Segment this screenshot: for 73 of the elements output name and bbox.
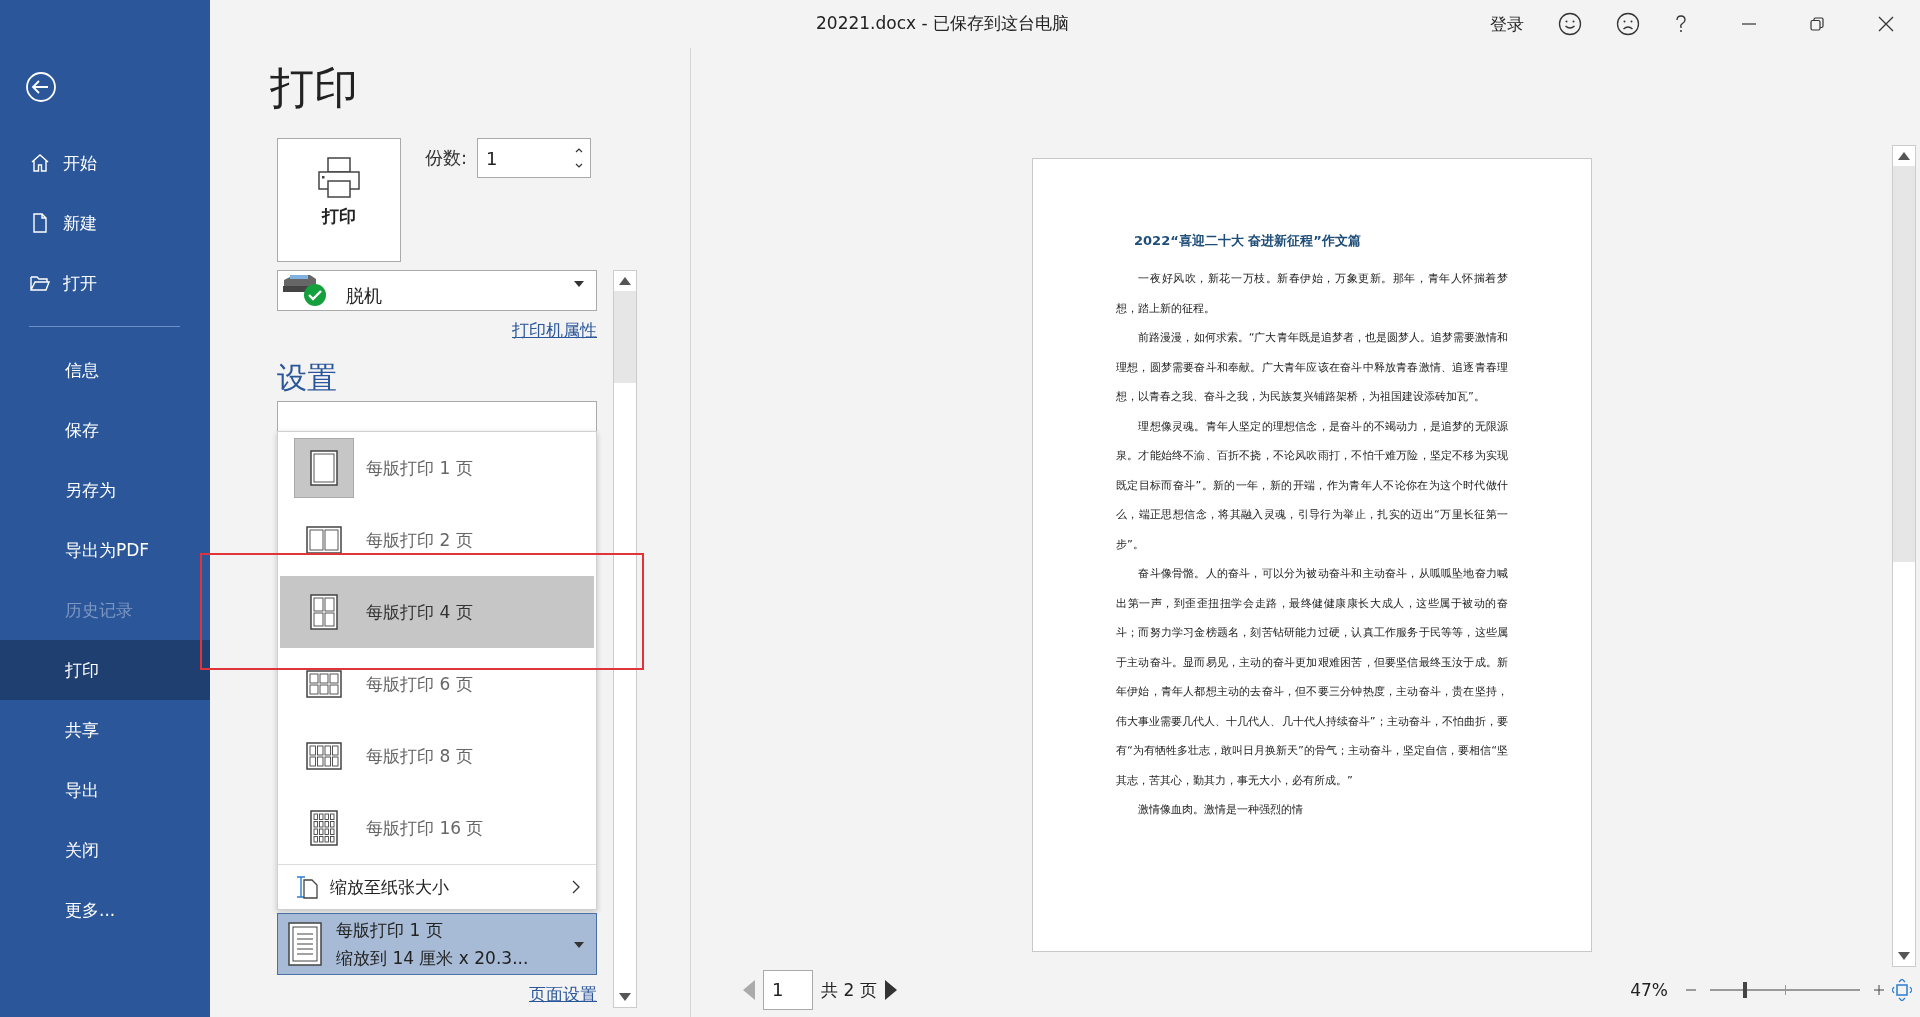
copies-field[interactable]: 1: [477, 138, 592, 178]
scroll-up-icon[interactable]: [619, 277, 631, 285]
sidebar-item[interactable]: 保存: [0, 400, 210, 460]
menu-item[interactable]: 每版打印 8 页: [278, 720, 596, 792]
window-title: 20221.docx - 已保存到这台电脑: [816, 12, 1070, 35]
restore-icon[interactable]: [1810, 17, 1824, 31]
home-icon: [29, 152, 51, 174]
document-paragraph: 奋斗像骨骼。人的奋斗，可以分为被动奋斗和主动奋斗，从呱呱坠地奋力喊出第一声，到歪歪扭扭学会走路，最终健健康康长大成人，这些属于被动的奋斗；而努力学习金榜题名，刻苦钻研能力过硬，认真工作服务于民等等，这些属于主动奋斗。显而易见，主动的奋斗更加艰难困苦，但要坚信最终玉汝于成。新年伊始，青年人都想主动的去奋斗，但不要三分钟热度，主动奋斗，贵在坚持，伟大事业需要几代人、十几代人、几十代人持续奋斗”；主动奋斗，不怕曲折，要有“为有牺牲多壮志，敢叫日月换新天”的骨气；主动奋斗，坚定自信，要相信“坚其志，苦其心，勤其力，事无大小，必有所成。”: [1116, 566, 1508, 789]
menu-item[interactable]: 缩放至纸张大小: [278, 864, 596, 909]
next-page-icon[interactable]: [884, 980, 897, 1000]
menu-item[interactable]: 每版打印 2 页: [278, 504, 596, 576]
fit-page-icon[interactable]: [1892, 979, 1912, 1001]
printer-icon: [318, 157, 360, 199]
printer-dropdown[interactable]: 脱机: [277, 270, 597, 311]
scroll-down-icon[interactable]: [619, 993, 631, 1001]
sidebar-item[interactable]: 新建: [0, 193, 210, 253]
sidebar-item[interactable]: 另存为: [0, 460, 210, 520]
pages-per-sheet-dropdown[interactable]: 每版打印 1 页 缩放到 14 厘米 x 20.3...: [277, 913, 597, 975]
menu-item[interactable]: 每版打印 4 页: [280, 576, 594, 648]
menu-item[interactable]: 每版打印 6 页: [278, 648, 596, 720]
scrollbar[interactable]: [613, 270, 637, 1008]
settings-heading: 设置: [277, 359, 338, 397]
scroll-up-icon[interactable]: [1898, 152, 1910, 160]
sidebar-item[interactable]: 更多...: [0, 880, 210, 940]
page-setup-link[interactable]: 页面设置: [277, 983, 597, 1006]
smiley-icon[interactable]: [1558, 12, 1582, 36]
document-paragraph: 理想像灵魂。青年人坚定的理想信念，是奋斗的不竭动力，是追梦的无限源泉。才能始终不渝、百折不挠，不论风吹雨打，不怕千难万险，坚定不移为实现既定目标而奋斗”。新的一年，新的开端，作为青年人不论你在为这个时代做什么，端正思想信念，将其融入灵魂，引导行为举止，扎实的迈出“万里长征第一步”。: [1116, 418, 1508, 553]
document-paragraph: 一夜好风吹，新花一万枝。新春伊始，万象更新。那年，青年人怀揣着梦想，踏上新的征程。: [1116, 271, 1508, 317]
option-title: 每版打印 1 页: [336, 919, 444, 942]
page-heading: 打印: [270, 61, 359, 115]
page-layout-icon: [309, 593, 339, 631]
help-icon[interactable]: [1674, 14, 1688, 34]
sign-in-link[interactable]: 登录: [1490, 12, 1524, 36]
frown-icon[interactable]: [1616, 12, 1640, 36]
page-layout-icon: [305, 741, 343, 771]
option-detail: 缩放到 14 厘米 x 20.3...: [336, 947, 529, 970]
page-layout-icon: [305, 525, 343, 555]
scrollbar[interactable]: [1892, 145, 1916, 967]
copies-label: 份数:: [425, 146, 468, 170]
sidebar-item[interactable]: 导出: [0, 760, 210, 820]
sidebar-item[interactable]: 开始: [0, 133, 210, 193]
sidebar-item[interactable]: 打开: [0, 253, 210, 313]
page-layout-icon: [305, 669, 343, 699]
zoom-in-icon[interactable]: [1874, 985, 1884, 995]
close-icon[interactable]: [1878, 16, 1894, 32]
sidebar-item[interactable]: 共享: [0, 700, 210, 760]
sidebar-item[interactable]: 信息: [0, 340, 210, 400]
scroll-down-icon[interactable]: [1898, 952, 1910, 960]
sidebar-item[interactable]: 打印: [0, 640, 210, 700]
printer-properties-link[interactable]: 打印机属性: [277, 319, 597, 342]
sidebar-item[interactable]: 导出为PDF: [0, 520, 210, 580]
page-number-field[interactable]: 1: [763, 970, 813, 1010]
page-icon: [288, 922, 322, 966]
sidebar-item[interactable]: 关闭: [0, 820, 210, 880]
caret-icon: [574, 281, 584, 287]
caret-icon: [574, 942, 584, 948]
page-layout-icon: [309, 809, 339, 847]
page-count: 共 2 页: [821, 978, 877, 1002]
page-layout-icon: [309, 449, 339, 487]
document-title: 2022“喜迎二十大 奋进新征程”作文篇: [1134, 232, 1362, 250]
document-paragraph: 前路漫漫，如何求索。“广大青年既是追梦者，也是圆梦人。追梦需要激情和理想，圆梦需要奋斗和奉献。广大青年应该在奋斗中释放青春激情、追逐青春理想，以青春之我、奋斗之我，为民族复兴铺路架桥，为祖国建设添砖加瓦”。: [1116, 330, 1508, 405]
menu-item[interactable]: 每版打印 1 页: [278, 432, 596, 504]
back-icon[interactable]: [25, 71, 57, 103]
scrollbar-thumb[interactable]: [614, 291, 636, 383]
spinner-arrows-icon[interactable]: [574, 146, 585, 170]
zoom-level: 47%: [1630, 980, 1668, 1000]
scrollbar-thumb[interactable]: [1893, 166, 1915, 562]
scale-to-paper-icon: [296, 875, 318, 899]
zoom-slider[interactable]: [1710, 982, 1860, 998]
chevron-right-icon: [572, 880, 580, 894]
print-button[interactable]: 打印: [277, 138, 401, 262]
document-paragraph: 激情像血肉。激情是一种强烈的情: [1137, 802, 1305, 818]
menu-item[interactable]: 每版打印 16 页: [278, 792, 596, 864]
